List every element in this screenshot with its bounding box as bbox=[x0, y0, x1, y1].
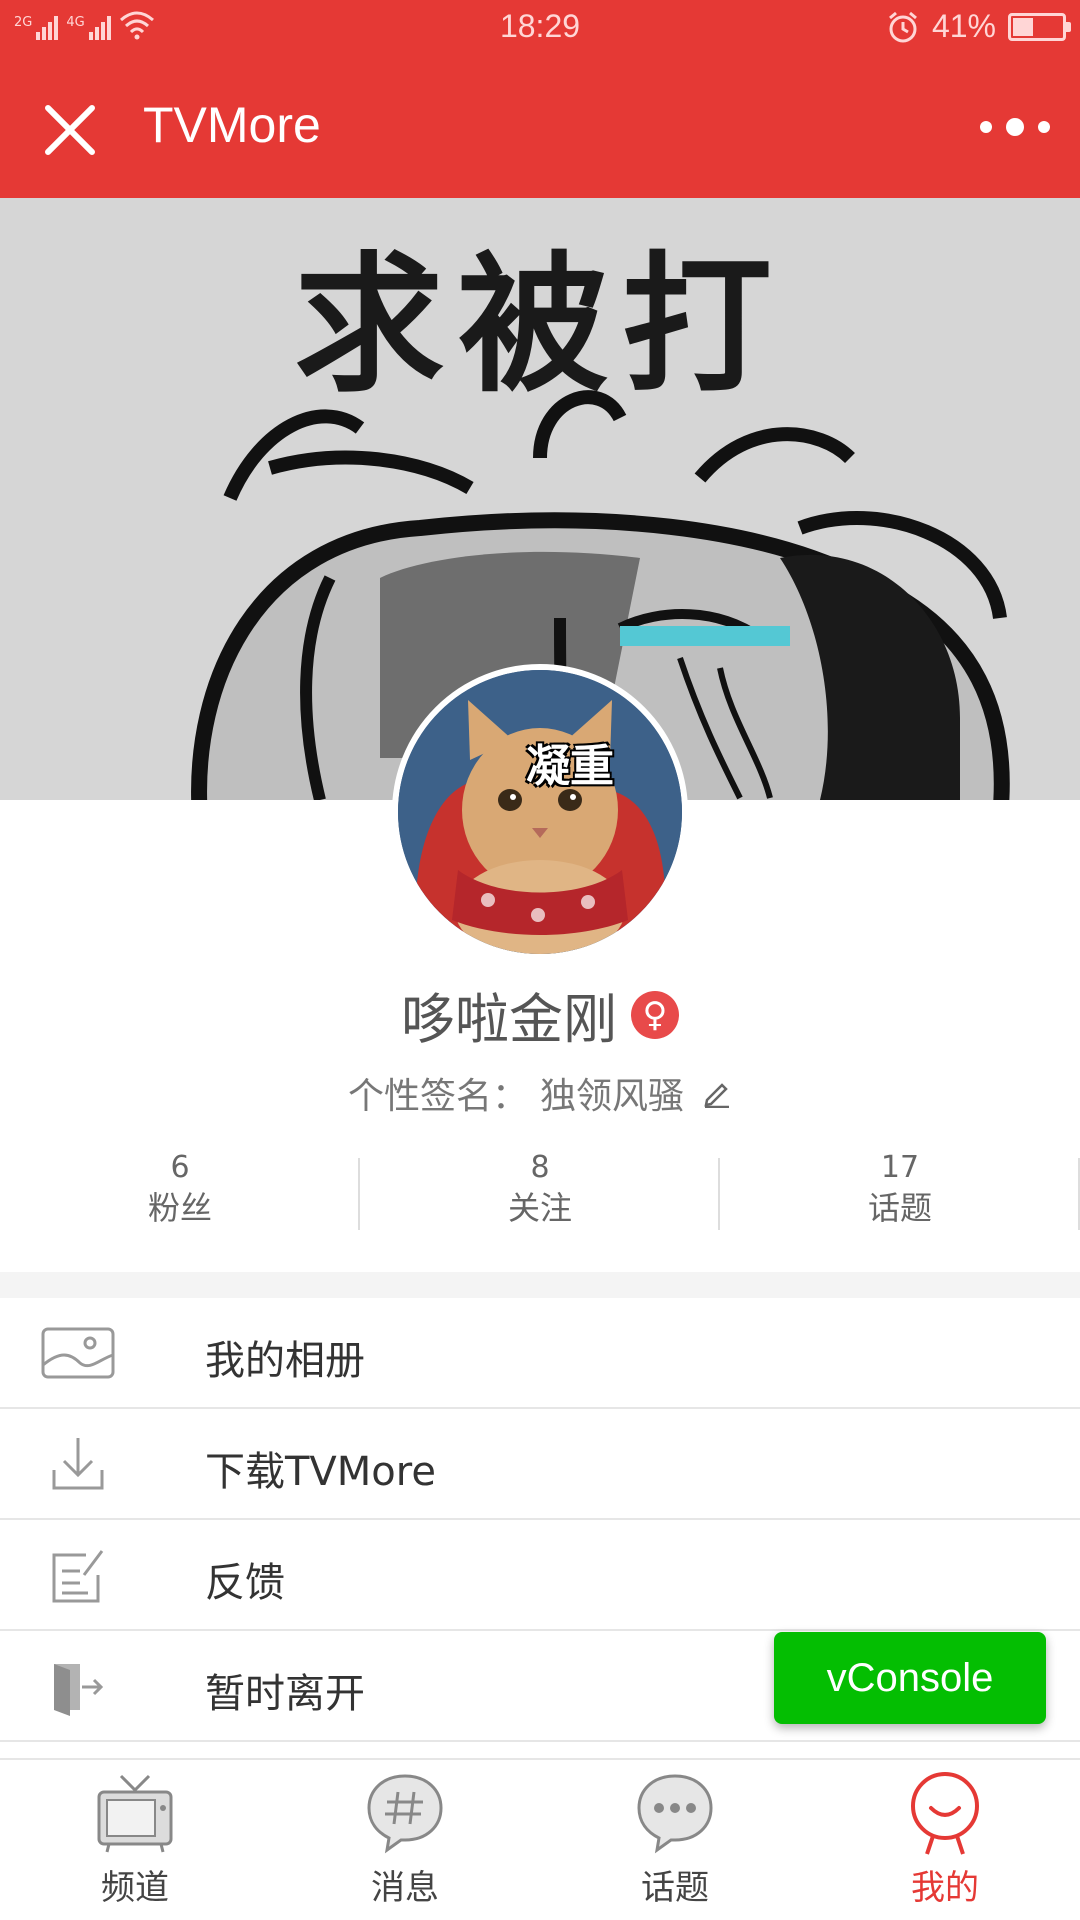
cover-caption: 求被打 bbox=[293, 239, 786, 413]
section-separator bbox=[0, 1272, 1080, 1298]
alarm-icon bbox=[888, 11, 917, 42]
close-icon[interactable] bbox=[40, 100, 100, 160]
username: 哆啦金刚 bbox=[401, 988, 617, 1051]
menu-item-album[interactable]: 我的相册 bbox=[0, 1298, 1080, 1409]
stat-value: 17 bbox=[880, 1150, 920, 1185]
tab-label: 消息 bbox=[371, 1868, 439, 1908]
battery-percent: 41% bbox=[931, 8, 996, 44]
battery-icon bbox=[1008, 12, 1071, 41]
tab-mine[interactable]: 我的 bbox=[810, 1760, 1080, 1920]
feedback-icon bbox=[52, 1550, 104, 1603]
nav-bar: TVMore bbox=[0, 56, 1080, 198]
menu-label: 反馈 bbox=[205, 1560, 285, 1606]
tab-topics[interactable]: 话题 bbox=[540, 1760, 810, 1920]
edit-icon[interactable] bbox=[702, 1078, 732, 1108]
signature-row[interactable]: 个性签名： 独领风骚 bbox=[0, 1067, 1080, 1119]
logout-icon bbox=[54, 1664, 104, 1716]
status-right: 41% bbox=[886, 8, 1071, 45]
menu-item-feedback[interactable]: 反馈 bbox=[0, 1520, 1080, 1631]
avatar[interactable]: 凝重 bbox=[392, 664, 688, 960]
download-icon bbox=[52, 1438, 104, 1490]
more-icon[interactable] bbox=[980, 112, 1050, 142]
stat-topics[interactable]: 17 话题 bbox=[720, 1148, 1080, 1240]
menu-item-download[interactable]: 下载TVMore bbox=[0, 1409, 1080, 1520]
stat-label: 关注 bbox=[507, 1189, 572, 1227]
menu-label: 下载TVMore bbox=[205, 1449, 436, 1495]
tab-channel[interactable]: 频道 bbox=[0, 1760, 270, 1920]
chat-bubble-icon bbox=[637, 1774, 713, 1854]
menu-label: 我的相册 bbox=[205, 1338, 365, 1384]
stat-following[interactable]: 8 关注 bbox=[360, 1148, 720, 1240]
avatar-caption: 凝重 bbox=[526, 741, 614, 792]
status-bar: 2G 4G 18:29 41% bbox=[0, 0, 1080, 56]
stat-value: 6 bbox=[170, 1150, 190, 1185]
profile-icon bbox=[911, 1772, 979, 1855]
tv-icon bbox=[97, 1774, 173, 1853]
page-title: TVMore bbox=[143, 97, 321, 153]
menu-label: 暂时离开 bbox=[205, 1671, 365, 1717]
stat-value: 8 bbox=[530, 1150, 550, 1185]
album-icon bbox=[41, 1327, 115, 1379]
vconsole-button[interactable]: vConsole bbox=[774, 1632, 1046, 1724]
avatar-cat-image bbox=[398, 670, 682, 954]
stat-followers[interactable]: 6 粉丝 bbox=[0, 1148, 360, 1240]
signature-label: 个性签名： bbox=[347, 1076, 528, 1117]
stats-row: 6 粉丝 8 关注 17 话题 bbox=[0, 1148, 1080, 1240]
tab-label: 话题 bbox=[641, 1868, 709, 1908]
tab-bar: 频道 消息 话题 我的 bbox=[0, 1758, 1080, 1920]
female-icon: ♀ bbox=[631, 990, 679, 1039]
tab-messages[interactable]: 消息 bbox=[270, 1760, 540, 1920]
battery-level bbox=[1013, 17, 1033, 36]
stat-label: 话题 bbox=[867, 1189, 932, 1227]
tab-label: 频道 bbox=[101, 1868, 169, 1908]
username-row: 哆啦金刚 ♀ bbox=[0, 975, 1080, 1054]
signature-text: 独领风骚 bbox=[540, 1076, 685, 1117]
hashtag-icon bbox=[367, 1774, 443, 1854]
tab-label: 我的 bbox=[911, 1868, 979, 1908]
stat-label: 粉丝 bbox=[147, 1189, 212, 1227]
